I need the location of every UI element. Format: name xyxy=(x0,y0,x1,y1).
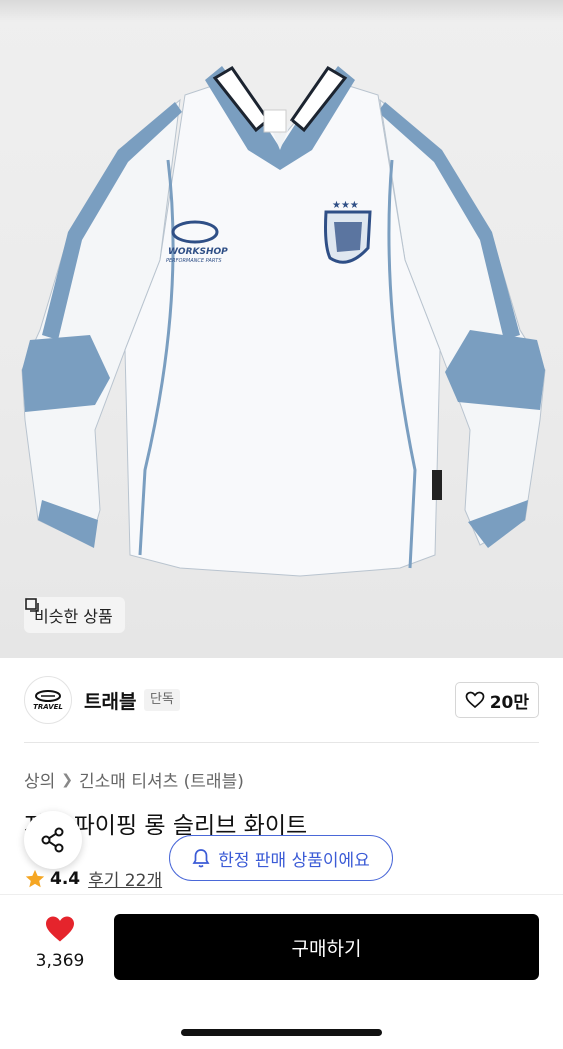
limited-sale-notice[interactable]: 한정 판매 상품이에요 xyxy=(169,835,393,881)
breadcrumb-category[interactable]: 상의 xyxy=(24,767,55,792)
wishlist-button[interactable]: 3,369 xyxy=(24,915,96,971)
exclusive-badge: 단독 xyxy=(144,689,180,711)
similar-icon xyxy=(25,598,39,612)
home-indicator xyxy=(181,1029,382,1036)
svg-text:★★★: ★★★ xyxy=(332,200,359,211)
brand-name[interactable]: 트래블 xyxy=(84,687,136,714)
jersey-illustration: WORKSHOP PERFORMANCE PARTS ★★★ xyxy=(21,66,546,577)
brand-logo-text: TRAVEL xyxy=(33,703,63,711)
chest-logo-text: WORKSHOP xyxy=(168,247,228,257)
limited-sale-text: 한정 판매 상품이에요 xyxy=(218,850,370,871)
chevron-right-icon: ❯ xyxy=(61,771,74,788)
heart-outline-icon xyxy=(465,691,485,709)
similar-products-label: 비슷한 상품 xyxy=(34,607,113,626)
brand-like-count: 20만 xyxy=(489,692,529,713)
bottom-action-bar: 3,369 구매하기 xyxy=(0,894,563,1049)
review-count-link[interactable]: 후기 22개 xyxy=(88,866,162,891)
bell-icon xyxy=(192,849,210,868)
heart-filled-icon xyxy=(46,916,74,942)
star-icon xyxy=(25,869,45,887)
travel-logo-icon: TRAVEL xyxy=(33,690,63,711)
share-button[interactable] xyxy=(24,811,82,869)
brand-row: TRAVEL 트래블 단독 20만 xyxy=(24,676,539,724)
brand-logo[interactable]: TRAVEL xyxy=(24,676,72,724)
share-icon xyxy=(41,827,64,853)
rating: 4.4 후기 22개 xyxy=(24,866,162,891)
breadcrumb: 상의 ❯ 긴소매 티셔츠 (트래블) xyxy=(24,767,244,793)
rating-score: 4.4 xyxy=(50,868,81,889)
buy-button[interactable]: 구매하기 xyxy=(114,914,539,980)
brand-like-button[interactable]: 20만 xyxy=(454,682,539,718)
product-image[interactable]: WORKSHOP PERFORMANCE PARTS ★★★ 비슷한 상품 xyxy=(0,0,563,658)
breadcrumb-subcategory[interactable]: 긴소매 티셔츠 (트래블) xyxy=(79,767,244,792)
similar-products-button[interactable]: 비슷한 상품 xyxy=(24,597,125,633)
chest-logo-subtext: PERFORMANCE PARTS xyxy=(166,258,222,264)
divider xyxy=(24,742,539,743)
wishlist-count: 3,369 xyxy=(35,951,85,971)
